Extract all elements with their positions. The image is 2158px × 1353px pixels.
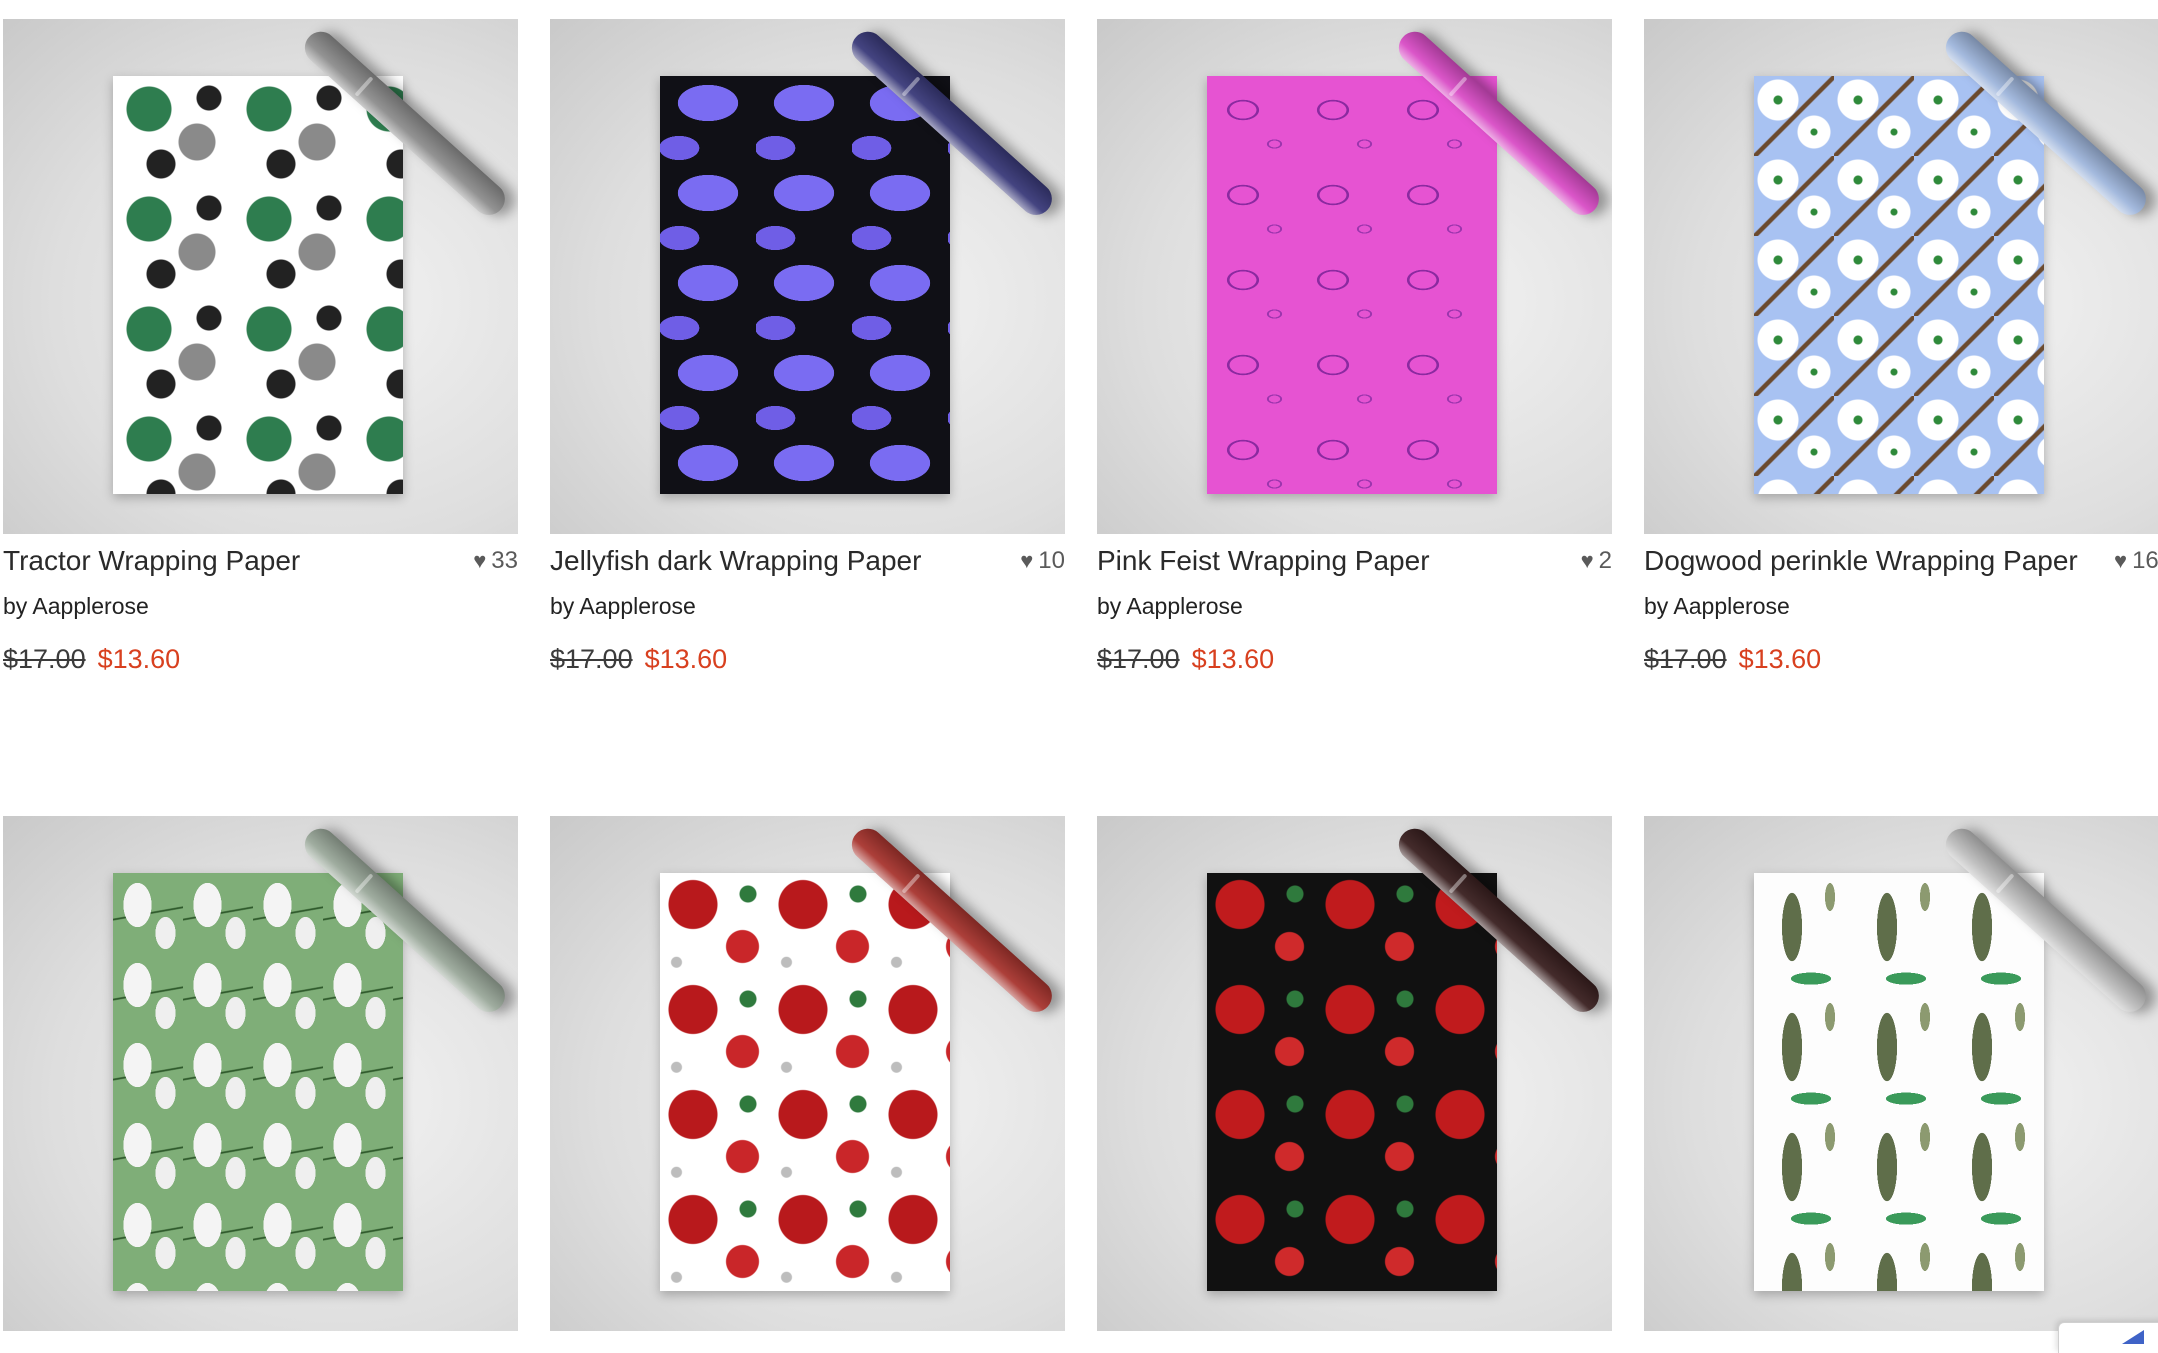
- wrapping-paper-sheet: [660, 873, 950, 1291]
- artist-byline: by Aapplerose: [1644, 591, 1790, 621]
- original-price: $17.00: [1097, 644, 1180, 674]
- artist-link[interactable]: Aapplerose: [1673, 593, 1789, 619]
- likes-count: 16: [2132, 547, 2158, 574]
- heart-icon: ♥: [2114, 548, 2128, 573]
- price: $17.00 $13.60: [1644, 641, 1821, 677]
- sale-price: $13.60: [1191, 644, 1275, 674]
- product-title[interactable]: Tractor Wrapping Paper: [3, 543, 300, 579]
- byline-prefix: by: [550, 593, 575, 619]
- product-image[interactable]: [1097, 19, 1612, 534]
- likes-button[interactable]: ♥ 33: [473, 543, 518, 579]
- likes-count: 10: [1038, 547, 1065, 574]
- likes-button[interactable]: ♥ 2: [1581, 543, 1612, 579]
- wrapping-paper-sheet: [660, 76, 950, 494]
- artist-byline: by Aapplerose: [550, 591, 696, 621]
- product-title[interactable]: Jellyfish dark Wrapping Paper: [550, 543, 921, 579]
- likes-button[interactable]: ♥ 16: [2114, 543, 2158, 579]
- wrapping-paper-sheet: [1207, 873, 1497, 1291]
- product-image[interactable]: [550, 19, 1065, 534]
- wrapping-paper-sheet: [113, 873, 403, 1291]
- artist-link[interactable]: Aapplerose: [1126, 593, 1242, 619]
- likes-count: 2: [1598, 547, 1612, 574]
- product-title[interactable]: Dogwood perinkle Wrapping Paper: [1644, 543, 2078, 579]
- heart-icon: ♥: [1020, 548, 1034, 573]
- price: $17.00 $13.60: [1097, 641, 1274, 677]
- artist-byline: by Aapplerose: [1097, 591, 1243, 621]
- likes-button[interactable]: ♥ 10: [1020, 543, 1065, 579]
- product-image[interactable]: [550, 816, 1065, 1331]
- product-image[interactable]: [1097, 816, 1612, 1331]
- wrapping-paper-sheet: [1207, 76, 1497, 494]
- heart-icon: ♥: [473, 548, 487, 573]
- product-image[interactable]: [3, 19, 518, 534]
- wrapping-paper-sheet: [1754, 873, 2044, 1291]
- price: $17.00 $13.60: [550, 641, 727, 677]
- artist-byline: by Aapplerose: [3, 591, 149, 621]
- sale-price: $13.60: [644, 644, 728, 674]
- original-price: $17.00: [550, 644, 633, 674]
- product-image[interactable]: [1644, 19, 2158, 534]
- byline-prefix: by: [3, 593, 28, 619]
- artist-link[interactable]: Aapplerose: [32, 593, 148, 619]
- wrapping-paper-sheet: [1754, 76, 2044, 494]
- original-price: $17.00: [3, 644, 86, 674]
- artist-link[interactable]: Aapplerose: [579, 593, 695, 619]
- heart-icon: ♥: [1580, 548, 1594, 573]
- original-price: $17.00: [1644, 644, 1727, 674]
- wrapping-paper-sheet: [113, 76, 403, 494]
- price: $17.00 $13.60: [3, 641, 180, 677]
- product-title[interactable]: Pink Feist Wrapping Paper: [1097, 543, 1430, 579]
- sale-price: $13.60: [1738, 644, 1822, 674]
- likes-count: 33: [491, 547, 518, 574]
- byline-prefix: by: [1644, 593, 1669, 619]
- byline-prefix: by: [1097, 593, 1122, 619]
- product-image[interactable]: [3, 816, 518, 1331]
- sale-price: $13.60: [97, 644, 181, 674]
- product-image[interactable]: [1644, 816, 2158, 1331]
